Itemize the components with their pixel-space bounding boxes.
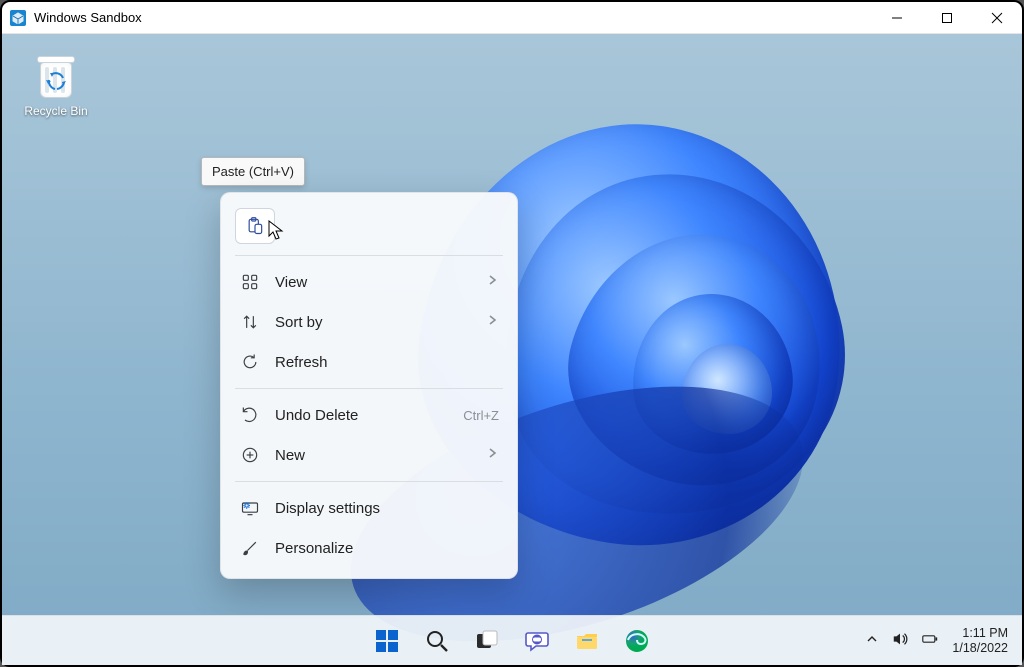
chevron-right-icon [485,446,499,464]
undo-icon [239,404,261,426]
menu-item-undo-delete[interactable]: Undo Delete Ctrl+Z [225,395,513,435]
system-tray: 1:11 PM 1/18/2022 [866,616,1008,665]
window-title: Windows Sandbox [34,10,142,25]
menu-separator [235,388,503,389]
edge-button[interactable] [616,621,658,661]
clock-date: 1/18/2022 [952,641,1008,656]
trash-icon [34,52,78,100]
taskbar: 1:11 PM 1/18/2022 [2,615,1022,665]
taskbar-clock[interactable]: 1:11 PM 1/18/2022 [952,626,1008,656]
menu-item-refresh[interactable]: Refresh [225,342,513,382]
brush-icon [239,537,261,559]
titlebar: Windows Sandbox [2,2,1022,34]
menu-shortcut: Ctrl+Z [463,408,499,423]
menu-label: Personalize [275,540,499,557]
menu-item-sort-by[interactable]: Sort by [225,302,513,342]
minimize-button[interactable] [872,2,922,33]
menu-label: View [275,274,485,291]
desktop-context-menu: View Sort by Refresh Undo Delete Ctrl+Z [220,192,518,579]
recycle-bin-label: Recycle Bin [14,104,98,118]
sandbox-app-icon [10,10,26,26]
window-controls [872,2,1022,33]
menu-label: Display settings [275,500,499,517]
menu-label: New [275,447,485,464]
sort-icon [239,311,261,333]
close-button[interactable] [972,2,1022,33]
menu-item-personalize[interactable]: Personalize [225,528,513,568]
start-button[interactable] [366,621,408,661]
recycle-bin-icon[interactable]: Recycle Bin [14,52,98,118]
desktop[interactable]: Recycle Bin Paste (Ctrl+V) View Sort by [2,34,1022,665]
paste-tooltip: Paste (Ctrl+V) [201,157,305,186]
chevron-right-icon [485,273,499,291]
menu-label: Undo Delete [275,407,463,424]
task-view-button[interactable] [466,621,508,661]
menu-item-new[interactable]: New [225,435,513,475]
battery-icon[interactable] [922,631,938,650]
taskbar-center [366,621,658,661]
maximize-button[interactable] [922,2,972,33]
plus-circle-icon [239,444,261,466]
grid-icon [239,271,261,293]
menu-label: Refresh [275,354,499,371]
refresh-icon [239,351,261,373]
sandbox-window: Windows Sandbox Recycle Bin Paste (Ctrl+… [0,0,1024,667]
file-explorer-button[interactable] [566,621,608,661]
menu-label: Sort by [275,314,485,331]
chevron-right-icon [485,313,499,331]
mouse-cursor [268,220,286,242]
menu-separator [235,255,503,256]
menu-item-display-settings[interactable]: Display settings [225,488,513,528]
tray-overflow-button[interactable] [866,633,878,648]
volume-icon[interactable] [892,631,908,650]
clock-time: 1:11 PM [952,626,1008,641]
search-button[interactable] [416,621,458,661]
menu-separator [235,481,503,482]
display-settings-icon [239,497,261,519]
menu-item-view[interactable]: View [225,262,513,302]
chat-button[interactable] [516,621,558,661]
